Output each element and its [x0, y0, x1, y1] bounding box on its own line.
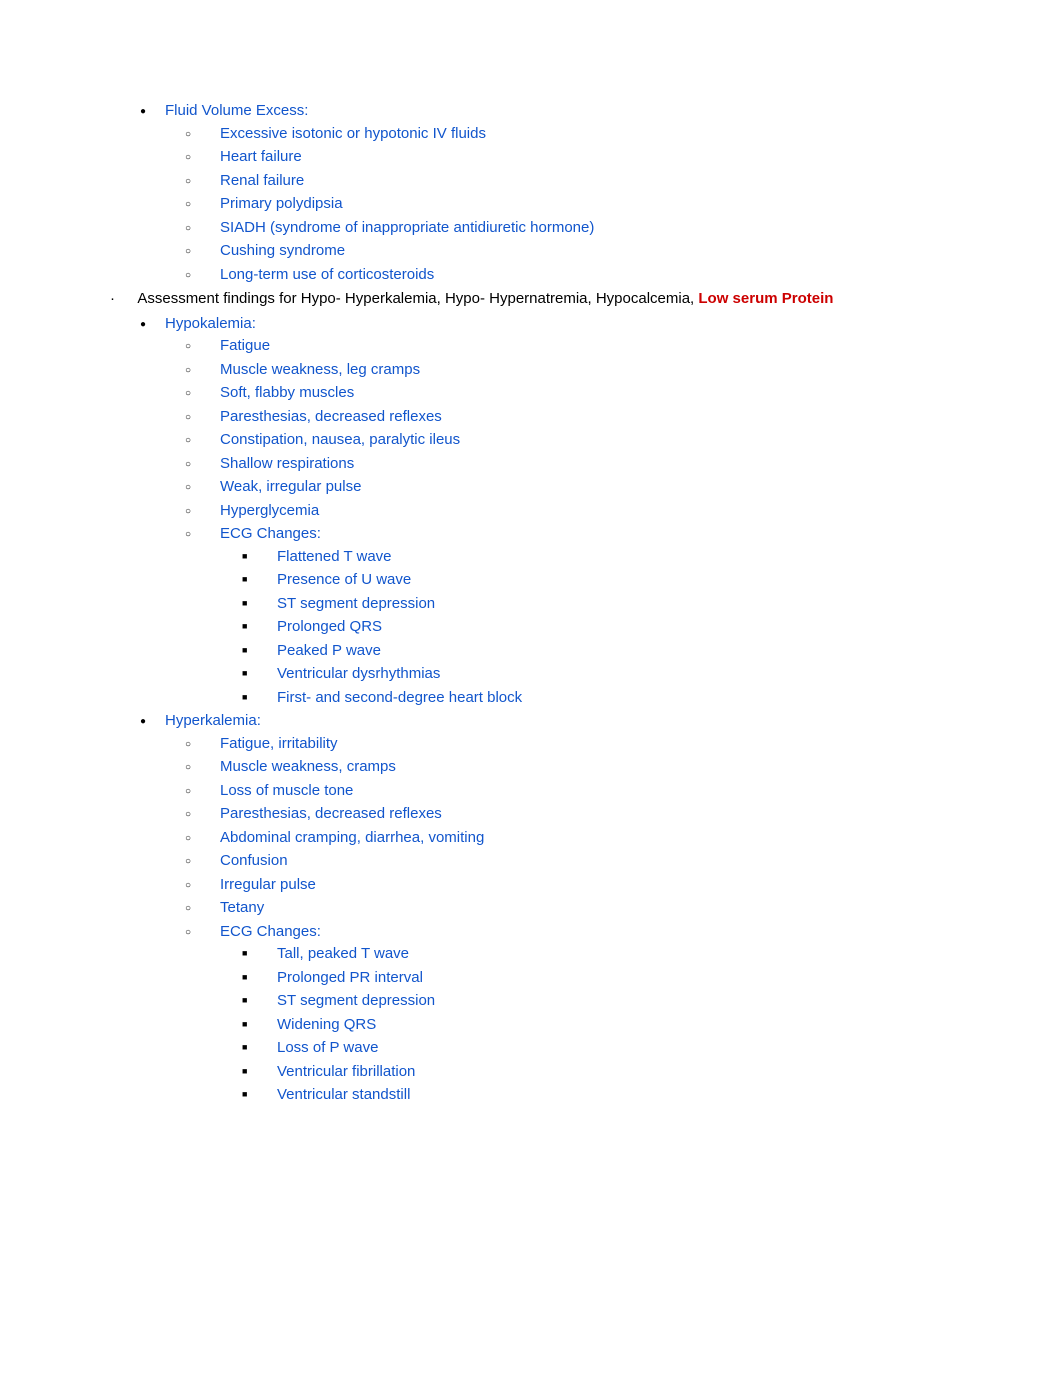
item-text: Tall, peaked T wave [277, 945, 409, 962]
list-item: Excessive isotonic or hypotonic IV fluid… [185, 123, 952, 146]
item-text: Fatigue, irritability [220, 735, 338, 752]
item-text: Renal failure [220, 172, 304, 189]
item-text: Loss of muscle tone [220, 782, 353, 799]
item-text: Prolonged PR interval [277, 969, 423, 986]
list-item: Prolonged PR interval [242, 967, 952, 990]
item-text: Abdominal cramping, diarrhea, vomiting [220, 829, 484, 846]
list-item: Muscle weakness, leg cramps [185, 359, 952, 382]
item-text: ST segment depression [277, 992, 435, 1009]
item-text: Cushing syndrome [220, 242, 345, 259]
item-text: Peaked P wave [277, 642, 381, 659]
item-text: First- and second-degree heart block [277, 689, 522, 706]
header-emphasis: Low serum Protein [698, 290, 833, 307]
item-title: Hyperkalemia: [165, 712, 261, 729]
item-text: Weak, irregular pulse [220, 478, 361, 495]
sublist: Fatigue Muscle weakness, leg cramps Soft… [165, 335, 952, 709]
list-item: ST segment depression [242, 593, 952, 616]
outline-list: Fluid Volume Excess: Excessive isotonic … [110, 100, 952, 286]
item-text: Loss of P wave [277, 1039, 378, 1056]
item-text: ECG Changes: [220, 923, 321, 940]
list-item: Tall, peaked T wave [242, 943, 952, 966]
item-text: Flattened T wave [277, 548, 392, 565]
item-text: Presence of U wave [277, 571, 411, 588]
list-item: Heart failure [185, 146, 952, 169]
item-text: Ventricular standstill [277, 1086, 410, 1103]
list-item: Renal failure [185, 170, 952, 193]
list-item: Flattened T wave [242, 546, 952, 569]
item-text: Irregular pulse [220, 876, 316, 893]
list-item: Hypokalemia: Fatigue Muscle weakness, le… [140, 313, 952, 710]
item-text: Muscle weakness, leg cramps [220, 361, 420, 378]
item-text: Fatigue [220, 337, 270, 354]
list-item: Muscle weakness, cramps [185, 756, 952, 779]
item-text: SIADH (syndrome of inappropriate antidiu… [220, 219, 594, 236]
list-item: Shallow respirations [185, 453, 952, 476]
item-text: Ventricular fibrillation [277, 1063, 415, 1080]
list-item: SIADH (syndrome of inappropriate antidiu… [185, 217, 952, 240]
item-text: Primary polydipsia [220, 195, 343, 212]
item-text: Long-term use of corticosteroids [220, 266, 434, 283]
list-item: Widening QRS [242, 1014, 952, 1037]
section-header: · Assessment findings for Hypo- Hyperkal… [110, 288, 952, 311]
item-text: Constipation, nausea, paralytic ileus [220, 431, 460, 448]
list-item: Peaked P wave [242, 640, 952, 663]
item-text: Hyperglycemia [220, 502, 319, 519]
list-item: Constipation, nausea, paralytic ileus [185, 429, 952, 452]
sublist: Fatigue, irritability Muscle weakness, c… [165, 733, 952, 1107]
item-text: Muscle weakness, cramps [220, 758, 396, 775]
item-text: ECG Changes: [220, 525, 321, 542]
list-item: Paresthesias, decreased reflexes [185, 406, 952, 429]
list-item: Loss of muscle tone [185, 780, 952, 803]
list-item: Primary polydipsia [185, 193, 952, 216]
list-item: Ventricular standstill [242, 1084, 952, 1107]
list-item: Soft, flabby muscles [185, 382, 952, 405]
list-item: Hyperkalemia: Fatigue, irritability Musc… [140, 710, 952, 1107]
item-text: Excessive isotonic or hypotonic IV fluid… [220, 125, 486, 142]
list-item: Presence of U wave [242, 569, 952, 592]
list-item: Cushing syndrome [185, 240, 952, 263]
item-title: Fluid Volume Excess: [165, 102, 308, 119]
item-text: Prolonged QRS [277, 618, 382, 635]
item-text: Ventricular dysrhythmias [277, 665, 440, 682]
list-item: Fatigue [185, 335, 952, 358]
item-text: Paresthesias, decreased reflexes [220, 408, 442, 425]
list-item: Ventricular fibrillation [242, 1061, 952, 1084]
list-item: First- and second-degree heart block [242, 687, 952, 710]
sublist: Excessive isotonic or hypotonic IV fluid… [165, 123, 952, 287]
list-item: Loss of P wave [242, 1037, 952, 1060]
list-item: Weak, irregular pulse [185, 476, 952, 499]
outline-list: Hypokalemia: Fatigue Muscle weakness, le… [110, 313, 952, 1107]
item-title: Hypokalemia: [165, 315, 256, 332]
list-item: Irregular pulse [185, 874, 952, 897]
item-text: Soft, flabby muscles [220, 384, 354, 401]
item-text: Widening QRS [277, 1016, 376, 1033]
item-text: Tetany [220, 899, 264, 916]
list-item: Prolonged QRS [242, 616, 952, 639]
sublist: Tall, peaked T wave Prolonged PR interva… [220, 943, 952, 1107]
list-item: Hyperglycemia [185, 500, 952, 523]
list-item: Paresthesias, decreased reflexes [185, 803, 952, 826]
list-item: Fatigue, irritability [185, 733, 952, 756]
list-item: Long-term use of corticosteroids [185, 264, 952, 287]
item-text: Shallow respirations [220, 455, 354, 472]
item-text: Heart failure [220, 148, 302, 165]
list-item: ECG Changes: Tall, peaked T wave Prolong… [185, 921, 952, 1107]
item-text: Paresthesias, decreased reflexes [220, 805, 442, 822]
list-item: ECG Changes: Flattened T wave Presence o… [185, 523, 952, 709]
item-text: Confusion [220, 852, 288, 869]
bullet-prefix: · [110, 288, 134, 311]
list-item: Ventricular dysrhythmias [242, 663, 952, 686]
header-text: Assessment findings for Hypo- Hyperkalem… [137, 290, 698, 307]
sublist: Flattened T wave Presence of U wave ST s… [220, 546, 952, 710]
list-item: Tetany [185, 897, 952, 920]
list-item: Abdominal cramping, diarrhea, vomiting [185, 827, 952, 850]
item-text: ST segment depression [277, 595, 435, 612]
list-item: Fluid Volume Excess: Excessive isotonic … [140, 100, 952, 286]
list-item: ST segment depression [242, 990, 952, 1013]
list-item: Confusion [185, 850, 952, 873]
